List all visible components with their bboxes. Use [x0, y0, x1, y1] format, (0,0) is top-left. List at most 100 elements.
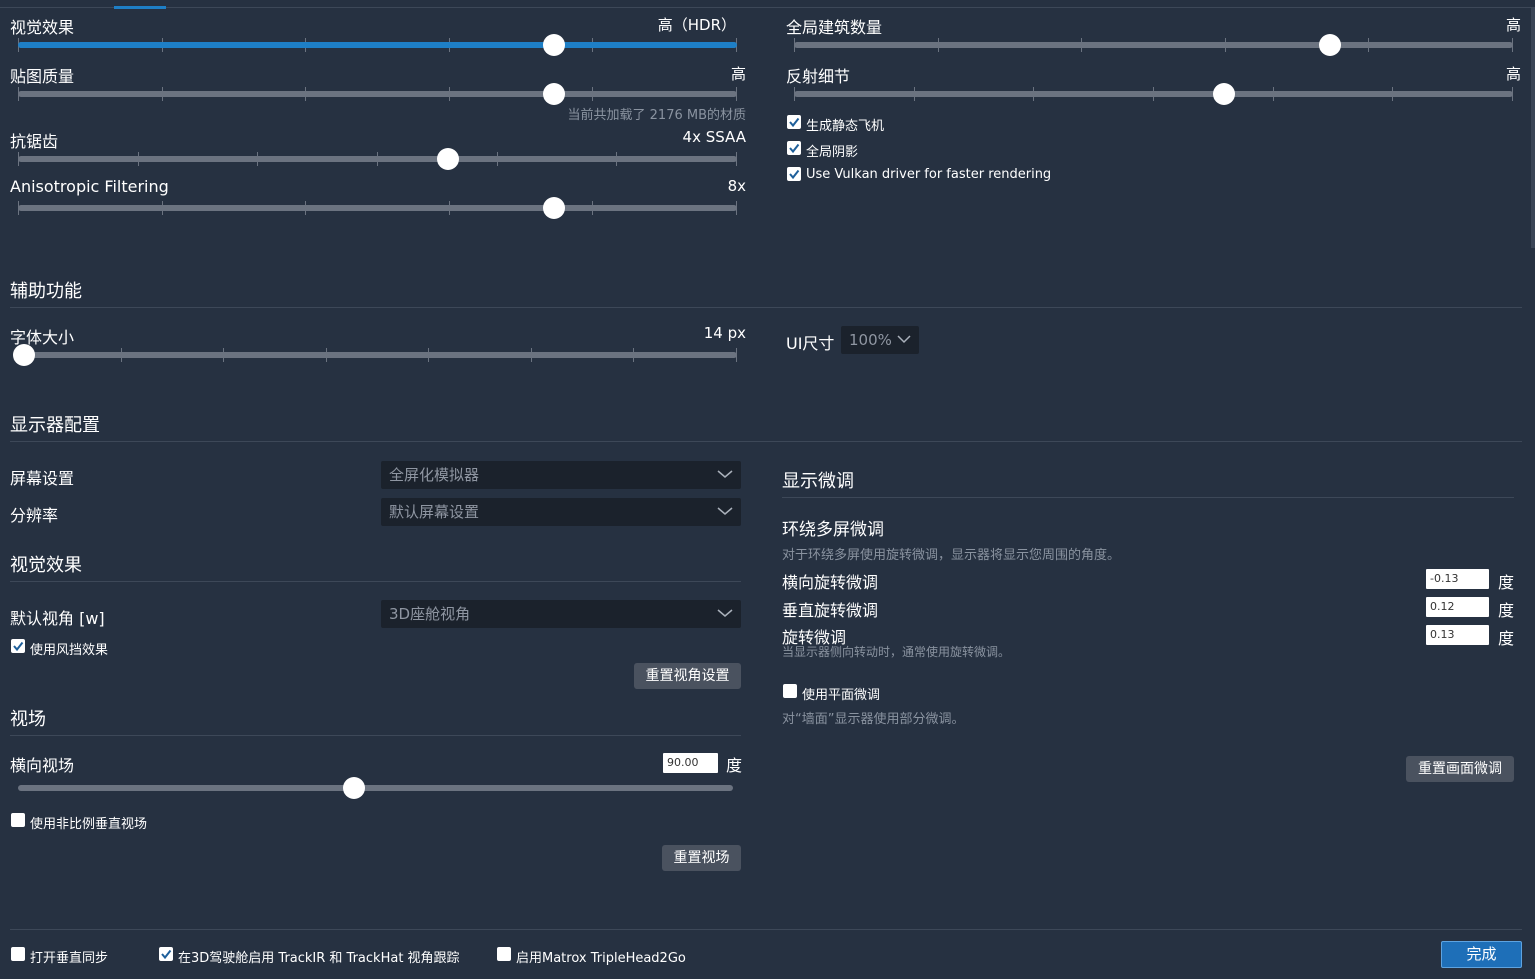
check-icon [789, 117, 800, 128]
check-icon [789, 169, 800, 180]
fov-section-title: 视场 [10, 709, 46, 730]
slider-thumb[interactable] [437, 148, 459, 170]
vertical-rotation-input[interactable]: 0.12 [1426, 597, 1489, 617]
slider-thumb[interactable] [13, 344, 35, 366]
slider-tick [305, 87, 306, 101]
default-view-label: 默认视角 [w] [10, 609, 105, 628]
visual-effects-section-title: 视觉效果 [10, 555, 82, 576]
slider-thumb[interactable] [543, 34, 565, 56]
checkbox-box[interactable] [787, 167, 801, 181]
checkbox-box[interactable] [11, 947, 25, 961]
checkbox-box[interactable] [497, 947, 511, 961]
rotation-input[interactable]: 0.13 [1426, 625, 1489, 645]
horizontal-rotation-label: 横向旋转微调 [782, 573, 879, 592]
resolution-value: 默认屏幕设置 [389, 503, 480, 521]
visual-effects-value: 高（HDR） [657, 16, 736, 34]
slider-thumb[interactable] [1319, 34, 1341, 56]
slider-thumb[interactable] [543, 83, 565, 105]
reflection-detail-slider[interactable] [794, 83, 1513, 105]
checkbox-box[interactable] [11, 813, 25, 827]
texture-memory-note: 当前共加载了 2176 MB的材质 [567, 108, 746, 123]
default-view-dropdown[interactable]: 3D座舱视角 [381, 600, 741, 628]
slider-thumb[interactable] [1213, 83, 1235, 105]
slider-thumb[interactable] [543, 197, 565, 219]
slider-tick [257, 152, 258, 166]
slider-fill [18, 42, 737, 48]
reset-fov-button[interactable]: 重置视场 [662, 845, 741, 871]
slider-tick [449, 201, 450, 215]
slider-tick [736, 152, 737, 166]
flat-tune-label: 使用平面微调 [802, 688, 881, 703]
rotation-note: 当显示器侧向转动时，通常使用旋转微调。 [782, 645, 1011, 659]
texture-quality-slider[interactable] [18, 83, 737, 105]
horizontal-rotation-input[interactable]: -0.13 [1426, 569, 1489, 589]
flat-tune-description: 对“墙面”显示器使用部分微调。 [782, 712, 965, 727]
slider-tick [794, 87, 795, 101]
slider-tick [1368, 38, 1369, 52]
slider-tick [1273, 87, 1274, 101]
vertical-rotation-unit: 度 [1498, 601, 1515, 620]
checkbox-box[interactable] [159, 947, 173, 961]
slider-tick [1033, 87, 1034, 101]
scrollbar[interactable] [1531, 8, 1535, 248]
active-tab-indicator [114, 6, 166, 9]
surround-description: 对于环绕多屏使用旋转微调，显示器将显示您周围的角度。 [782, 548, 1121, 563]
slider-tick [449, 87, 450, 101]
slider-tick [592, 87, 593, 101]
chevron-down-icon [717, 507, 733, 515]
slider-tick [592, 201, 593, 215]
horizontal-fov-input[interactable]: 90.00 [663, 753, 718, 773]
check-icon [13, 641, 24, 652]
checkbox-box[interactable] [787, 115, 801, 129]
resolution-label: 分辨率 [10, 506, 59, 525]
static-aircraft-label: 生成静态飞机 [806, 119, 885, 134]
slider-thumb[interactable] [343, 777, 365, 799]
default-view-value: 3D座舱视角 [389, 605, 471, 623]
slider-tick [531, 348, 532, 362]
antialiasing-value: 4x SSAA [682, 128, 746, 146]
horizontal-rotation-unit: 度 [1498, 573, 1515, 592]
ui-size-dropdown[interactable]: 100% [841, 326, 919, 354]
surround-title: 环绕多屏微调 [782, 520, 884, 540]
slider-tick [1225, 38, 1226, 52]
slider-tick [428, 348, 429, 362]
anisotropic-slider[interactable] [18, 197, 737, 219]
ui-size-label: UI尺寸 [786, 334, 835, 353]
fine-tune-title: 显示微调 [782, 471, 854, 492]
slider-tick [1392, 87, 1393, 101]
global-buildings-value: 高 [1505, 16, 1521, 34]
horizontal-fov-unit: 度 [726, 756, 743, 775]
horizontal-fov-label: 横向视场 [10, 756, 75, 775]
slider-track[interactable] [18, 91, 737, 97]
vsync-label: 打开垂直同步 [30, 951, 109, 966]
slider-track[interactable] [794, 42, 1513, 48]
footer-divider [10, 929, 1522, 930]
divider [10, 441, 1522, 442]
slider-track[interactable] [18, 205, 737, 211]
slider-tick [736, 201, 737, 215]
slider-tick [223, 348, 224, 362]
slider-track[interactable] [18, 785, 733, 791]
anisotropic-label: Anisotropic Filtering [10, 177, 169, 196]
checkbox-box[interactable] [11, 639, 25, 653]
reset-fine-tune-button[interactable]: 重置画面微调 [1406, 756, 1514, 782]
global-buildings-slider[interactable] [794, 34, 1513, 56]
reflection-detail-value: 高 [1505, 65, 1521, 83]
visual-effects-slider[interactable] [18, 34, 737, 56]
font-size-slider[interactable] [13, 344, 737, 366]
reset-view-button[interactable]: 重置视角设置 [634, 663, 741, 689]
ui-size-value: 100% [849, 331, 892, 349]
screen-setting-dropdown[interactable]: 全屏化模拟器 [381, 461, 741, 489]
resolution-dropdown[interactable]: 默认屏幕设置 [381, 498, 741, 526]
done-button[interactable]: 完成 [1441, 941, 1522, 968]
slider-track[interactable] [18, 352, 737, 358]
slider-tick [1512, 38, 1513, 52]
slider-tick [497, 152, 498, 166]
horizontal-fov-slider[interactable] [18, 777, 733, 799]
check-icon [789, 143, 800, 154]
antialiasing-slider[interactable] [18, 148, 737, 170]
checkbox-box[interactable] [783, 684, 797, 698]
screen-setting-value: 全屏化模拟器 [389, 466, 480, 484]
slider-tick [138, 152, 139, 166]
checkbox-box[interactable] [787, 141, 801, 155]
